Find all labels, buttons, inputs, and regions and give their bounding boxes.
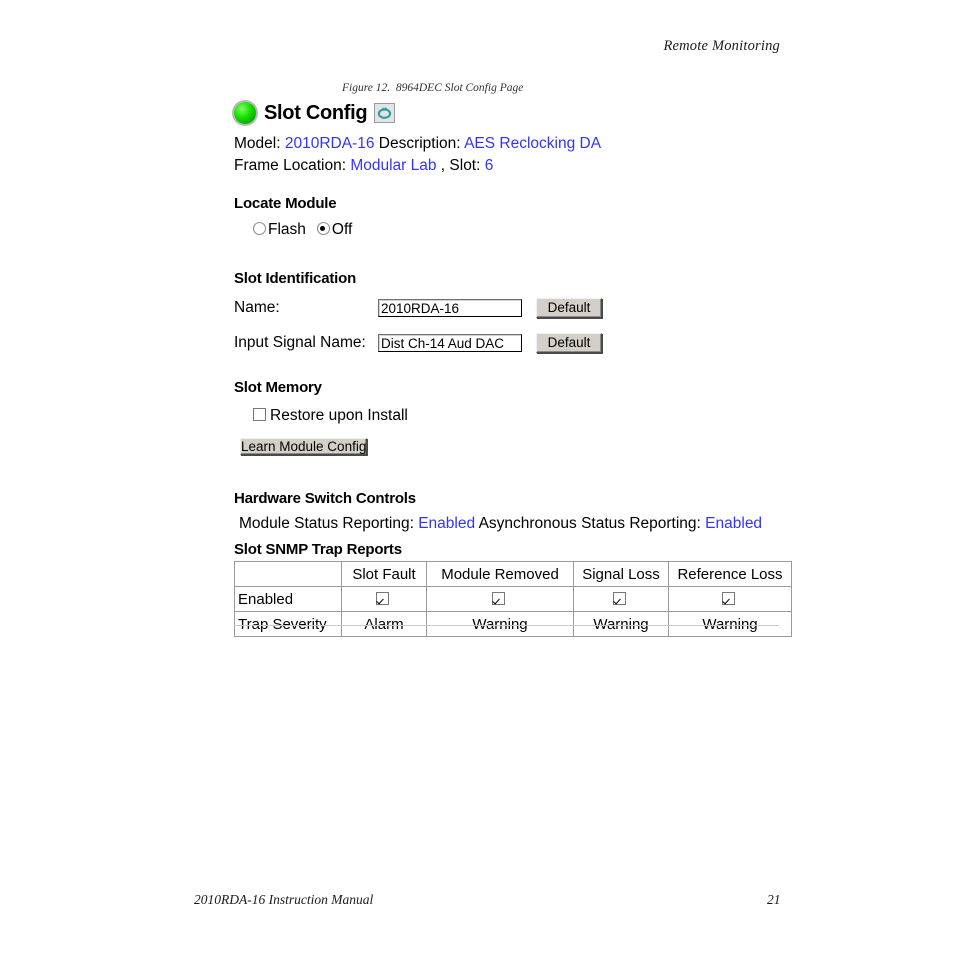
refresh-icon[interactable] xyxy=(374,103,396,123)
locate-module-heading: Locate Module xyxy=(234,195,337,212)
hardware-switch-status-line: Module Status Reporting: Enabled Asynchr… xyxy=(239,513,794,534)
running-header: Remote Monitoring xyxy=(663,38,780,54)
async-status-reporting-value[interactable]: Enabled xyxy=(705,515,762,532)
severity-signal-loss[interactable]: Warning xyxy=(573,611,669,637)
restore-upon-install-checkbox[interactable] xyxy=(253,408,266,421)
model-label: Model: xyxy=(234,135,281,152)
footer-manual-title: 2010RDA-16 Instruction Manual xyxy=(194,892,374,907)
page-title: Slot Config xyxy=(264,101,368,124)
frame-location-value[interactable]: Modular Lab xyxy=(350,157,436,174)
column-header-signal-loss: Signal Loss xyxy=(573,561,669,587)
radio-off[interactable] xyxy=(316,222,330,235)
learn-button-row: Learn Module Config xyxy=(234,437,794,457)
name-field-row: Name: 2010RDA-16 Default xyxy=(234,296,794,320)
footer-page-number: 21 xyxy=(767,892,781,907)
name-label: Name: xyxy=(234,299,280,316)
slot-value[interactable]: 6 xyxy=(485,157,494,174)
radio-off-label: Off xyxy=(331,221,353,238)
enabled-cell-slot-fault[interactable] xyxy=(341,586,427,612)
frame-location-line: Frame Location: Modular Lab , Slot: 6 xyxy=(234,155,794,177)
figure-caption: Figure 12. 8964DEC Slot Config Page xyxy=(342,82,524,94)
description-label: Description: xyxy=(378,135,461,152)
column-header-reference-loss: Reference Loss xyxy=(668,561,792,587)
table-row: Enabled xyxy=(234,586,792,612)
row-label-enabled: Enabled xyxy=(234,586,342,612)
learn-module-config-button[interactable]: Learn Module Config xyxy=(240,438,368,455)
locate-module-options: Flash Off xyxy=(253,220,794,240)
module-status-reporting-value[interactable]: Enabled xyxy=(418,515,475,532)
enabled-cell-module-removed[interactable] xyxy=(426,586,574,612)
severity-slot-fault[interactable]: Alarm xyxy=(341,611,427,637)
radio-flash[interactable] xyxy=(253,222,266,235)
input-signal-input[interactable]: Dist Ch-14 Aud DAC xyxy=(378,334,522,352)
input-signal-label: Input Signal Name: xyxy=(234,334,366,351)
column-header-slot-fault: Slot Fault xyxy=(341,561,427,587)
checkbox-enabled-module-removed[interactable] xyxy=(491,591,505,605)
table-row: Trap Severity Alarm Warning Warning Warn… xyxy=(234,611,792,637)
name-input[interactable]: 2010RDA-16 xyxy=(378,299,522,317)
frame-location-label: Frame Location: xyxy=(234,157,346,174)
row-label-trap-severity: Trap Severity xyxy=(234,611,342,637)
slot-label: , Slot: xyxy=(440,157,481,174)
enabled-cell-reference-loss[interactable] xyxy=(668,586,792,612)
description-value[interactable]: AES Reclocking DA xyxy=(464,135,601,152)
severity-module-removed[interactable]: Warning xyxy=(426,611,574,637)
status-led-icon xyxy=(234,102,256,124)
name-default-button[interactable]: Default xyxy=(536,298,602,318)
severity-reference-loss[interactable]: Warning xyxy=(668,611,792,637)
restore-upon-install-row[interactable]: Restore upon Install xyxy=(253,406,794,426)
model-line: Model: 2010RDA-16 Description: AES Reclo… xyxy=(234,133,794,155)
input-signal-field-row: Input Signal Name: Dist Ch-14 Aud DAC De… xyxy=(234,331,794,355)
slot-config-panel: Slot Config Model: 2010RDA-16 Descriptio… xyxy=(234,100,794,637)
restore-upon-install-label: Restore upon Install xyxy=(270,407,408,424)
module-status-reporting-label: Module Status Reporting: xyxy=(239,515,414,532)
checkbox-enabled-signal-loss[interactable] xyxy=(612,591,626,605)
panel-title-row: Slot Config xyxy=(234,100,794,126)
slot-memory-heading: Slot Memory xyxy=(234,379,322,396)
page-footer: 2010RDA-16 Instruction Manual 21 xyxy=(0,892,954,910)
table-corner-cell xyxy=(234,561,342,587)
input-signal-default-button[interactable]: Default xyxy=(536,333,602,353)
slot-identification-heading: Slot Identification xyxy=(234,270,357,287)
hardware-switch-controls-heading: Hardware Switch Controls xyxy=(234,490,416,507)
enabled-cell-signal-loss[interactable] xyxy=(573,586,669,612)
model-value[interactable]: 2010RDA-16 xyxy=(285,135,375,152)
checkbox-enabled-slot-fault[interactable] xyxy=(375,591,389,605)
screenshot-clip-edge xyxy=(234,625,779,626)
radio-flash-label: Flash xyxy=(268,221,306,238)
trap-reports-heading: Slot SNMP Trap Reports xyxy=(234,541,402,558)
async-status-reporting-label: Asynchronous Status Reporting: xyxy=(478,515,701,532)
table-header-row: Slot Fault Module Removed Signal Loss Re… xyxy=(234,561,792,587)
checkbox-enabled-reference-loss[interactable] xyxy=(721,591,735,605)
column-header-module-removed: Module Removed xyxy=(426,561,574,587)
